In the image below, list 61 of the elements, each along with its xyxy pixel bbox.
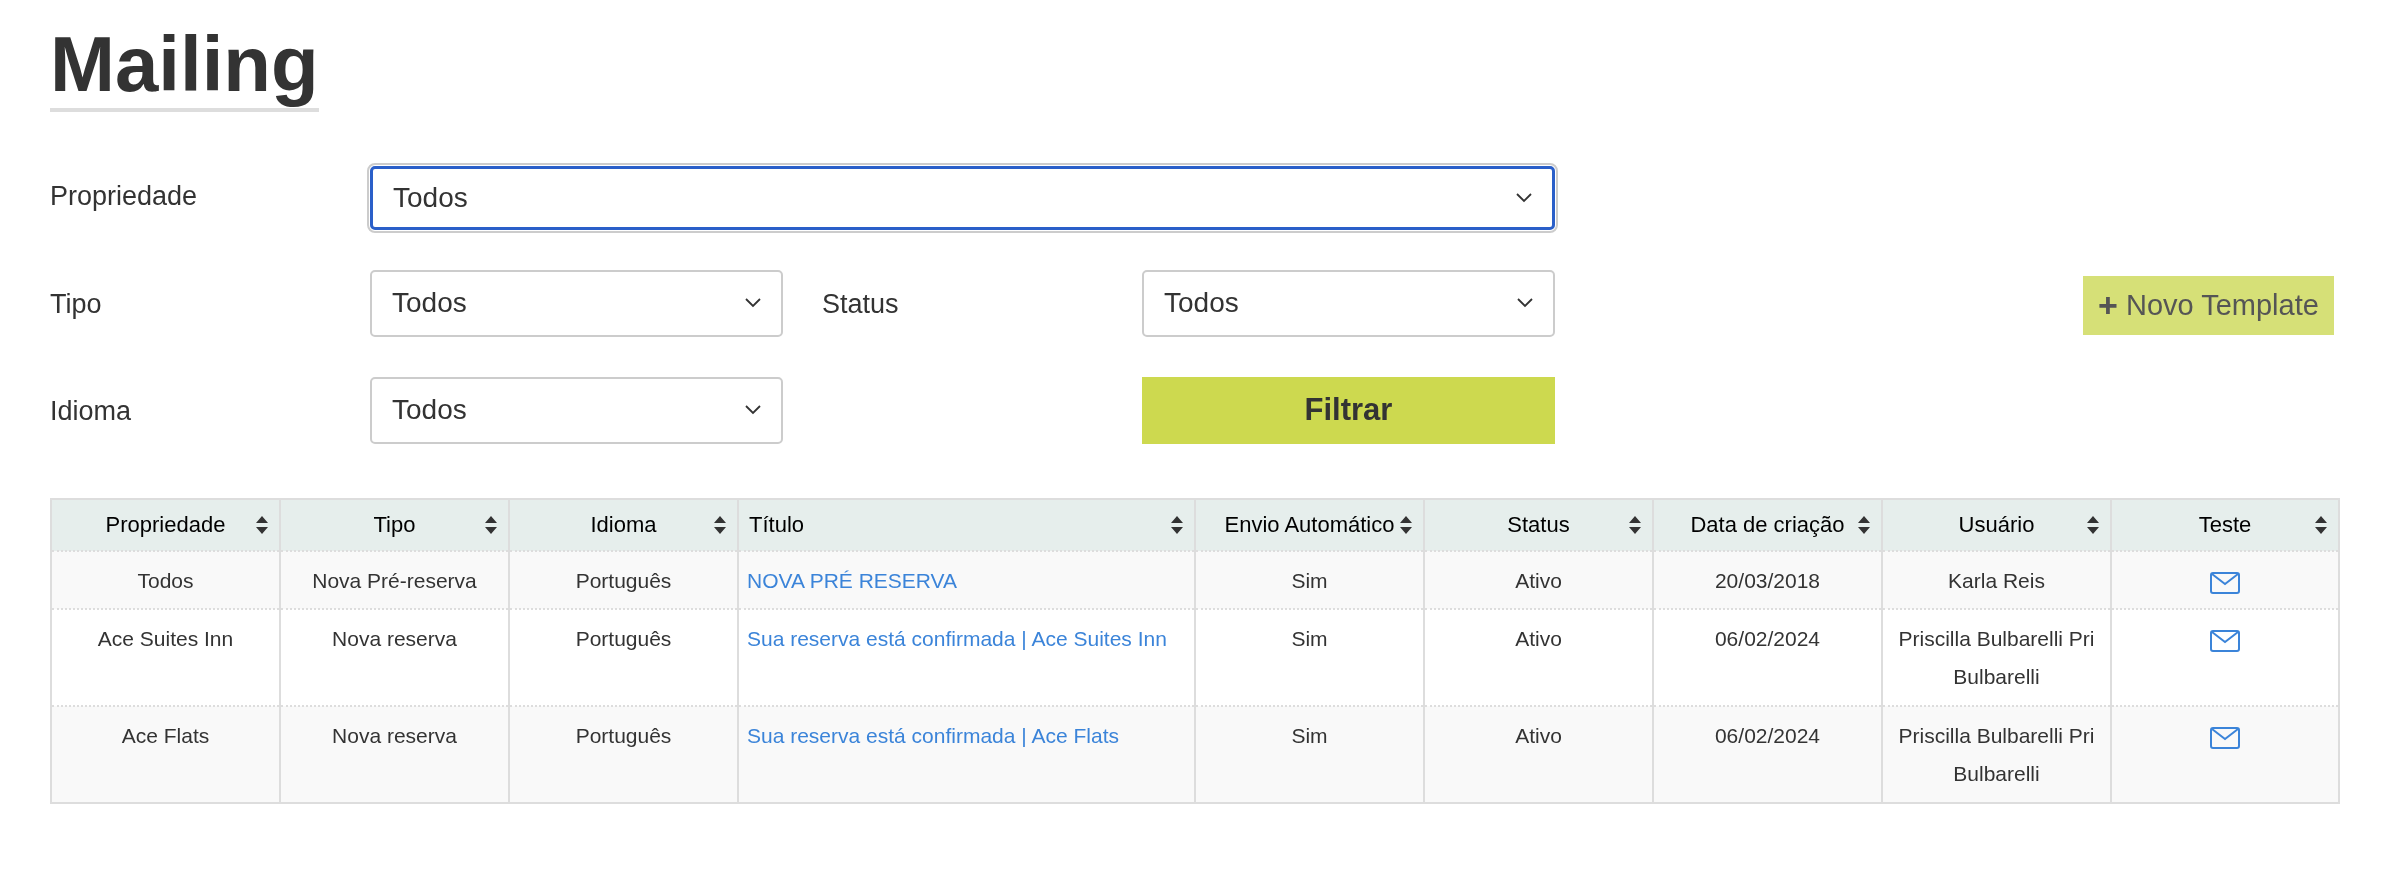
user-cell: Priscilla Bulbarelli Pri Bulbarelli (1898, 723, 2095, 785)
column-header[interactable]: Usuário (1958, 508, 2035, 542)
user-cell: Priscilla Bulbarelli Pri Bulbarelli (1898, 626, 2095, 688)
auto-send-cell: Sim (1291, 568, 1328, 592)
filter-button[interactable]: Filtrar (1142, 376, 1555, 444)
status-cell: Ativo (1515, 568, 1562, 592)
property-cell: Ace Flats (121, 723, 210, 747)
filter-label: Propriedade (50, 179, 199, 213)
filter-dropdown[interactable]: Todos (370, 165, 1555, 230)
auto-send-cell: Sim (1291, 723, 1328, 747)
sort-icon[interactable] (255, 514, 269, 535)
plus-icon: + (2098, 279, 2118, 331)
chevron-icon (745, 405, 761, 416)
title-link[interactable]: Sua reserva está confirmada | Ace Flats (747, 723, 1119, 747)
column-header[interactable]: Data de criação (1690, 508, 1845, 542)
filter-dropdown[interactable]: Todos (370, 376, 783, 444)
date-cell: 06/02/2024 (1714, 626, 1821, 650)
type-cell: Nova reserva (332, 626, 457, 650)
new-template-button[interactable]: + Novo Template (2083, 275, 2334, 335)
column-header[interactable]: Status (1507, 508, 1570, 542)
language-cell: Português (575, 626, 672, 650)
user-cell: Karla Reis (1948, 568, 2045, 592)
sort-icon[interactable] (2086, 514, 2100, 535)
column-header[interactable]: Teste (2198, 508, 2252, 542)
filter-label: Status (821, 287, 900, 321)
filter-dropdown[interactable]: Todos (370, 269, 783, 337)
chevron-icon (745, 298, 761, 309)
status-cell: Ativo (1515, 723, 1562, 747)
chevron-icon (1516, 192, 1532, 203)
auto-send-cell: Sim (1291, 626, 1328, 650)
type-cell: Nova Pré-reserva (312, 568, 477, 592)
title-link[interactable]: Sua reserva está confirmada | Ace Suites Inn (747, 626, 1167, 650)
sort-icon[interactable] (1170, 514, 1184, 535)
date-cell: 06/02/2024 (1714, 723, 1821, 747)
mail-icon[interactable] (2210, 572, 2240, 595)
language-cell: Português (575, 568, 672, 592)
sort-icon[interactable] (484, 514, 498, 535)
property-cell: Todos (137, 568, 194, 592)
column-header[interactable]: Título (749, 508, 805, 542)
column-header[interactable]: Tipo (373, 508, 416, 542)
sort-icon[interactable] (1399, 514, 1413, 535)
column-header[interactable]: Envio Automático (1224, 508, 1395, 542)
status-cell: Ativo (1515, 626, 1562, 650)
property-cell: Ace Suites Inn (97, 626, 234, 650)
page-title: Mailing (50, 22, 319, 112)
language-cell: Português (575, 723, 672, 747)
filter-dropdown[interactable]: Todos (1142, 269, 1555, 337)
mail-icon[interactable] (2210, 630, 2240, 653)
type-cell: Nova reserva (332, 723, 457, 747)
column-header[interactable]: Propriedade (105, 508, 226, 542)
column-header[interactable]: Idioma (590, 508, 657, 542)
sort-icon[interactable] (1628, 514, 1642, 535)
sort-icon[interactable] (713, 514, 727, 535)
filter-label: Tipo (50, 287, 103, 321)
date-cell: 20/03/2018 (1714, 568, 1821, 592)
mail-icon[interactable] (2210, 727, 2240, 750)
sort-icon[interactable] (2314, 514, 2328, 535)
sort-icon[interactable] (1857, 514, 1871, 535)
title-link[interactable]: NOVA PRÉ RESERVA (747, 568, 958, 592)
chevron-icon (1517, 298, 1533, 309)
filter-label: Idioma (50, 394, 133, 428)
